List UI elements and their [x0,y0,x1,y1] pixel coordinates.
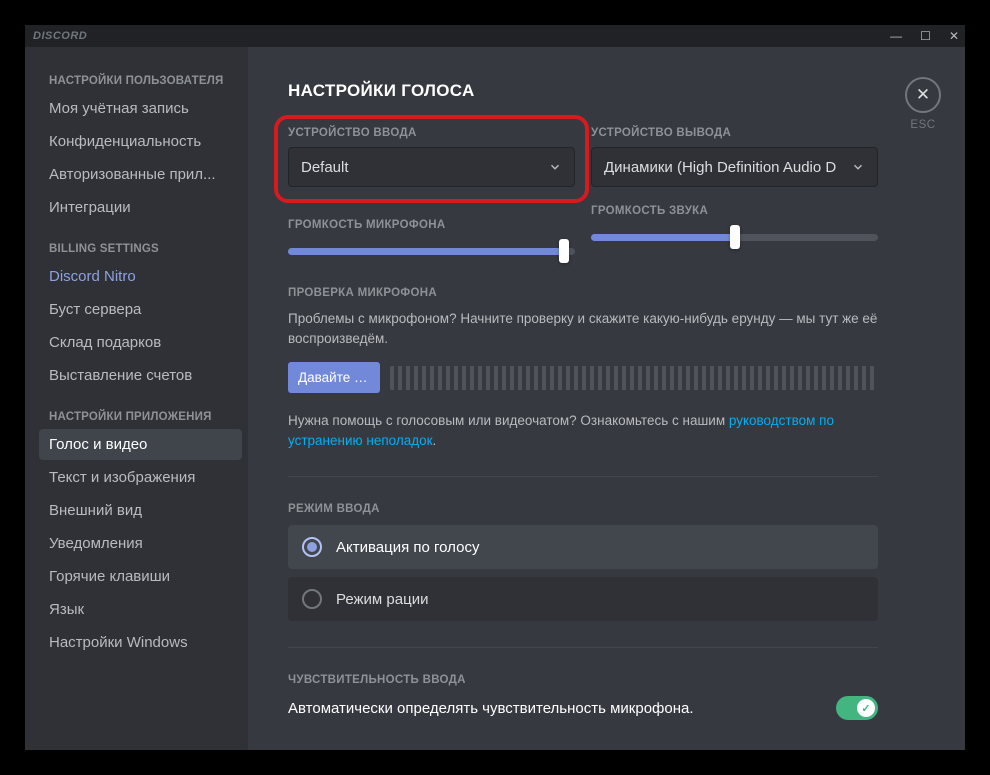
sidebar-item-windows[interactable]: Настройки Windows [39,627,242,658]
sensitivity-title: ЧУВСТВИТЕЛЬНОСТЬ ВВОДА [288,674,925,686]
mic-test-desc: Проблемы с микрофоном? Начните проверку … [288,309,878,348]
divider [288,476,878,477]
close-esc-label: ESC [905,119,941,131]
sidebar-item-text[interactable]: Текст и изображения [39,462,242,493]
input-volume-slider[interactable] [288,239,575,263]
page-title: НАСТРОЙКИ ГОЛОСА [288,81,925,101]
maximize-button[interactable]: ☐ [920,30,931,42]
sidebar-item-notifications[interactable]: Уведомления [39,528,242,559]
mic-test-button[interactable]: Давайте пр... [288,362,380,393]
mic-level-meter [390,366,878,390]
sidebar-item-boost[interactable]: Буст сервера [39,294,242,325]
sidebar-item-authorized[interactable]: Авторизованные прил... [39,159,242,190]
input-device-select[interactable]: Default [288,147,575,187]
input-mode-title: РЕЖИМ ВВОДА [288,503,925,515]
sidebar-item-billing[interactable]: Выставление счетов [39,360,242,391]
mic-test-title: ПРОВЕРКА МИКРОФОНА [288,287,925,299]
divider [288,647,878,648]
input-device-label: УСТРОЙСТВО ВВОДА [288,127,575,139]
input-device-highlight: УСТРОЙСТВО ВВОДА Default [274,115,589,203]
auto-sensitivity-toggle[interactable]: ✓ [836,696,878,720]
radio-label: Активация по голосу [336,539,479,556]
output-device-select[interactable]: Динамики (High Definition Audio D [591,147,878,187]
chevron-down-icon [548,160,562,174]
radio-icon [302,589,322,609]
settings-sidebar[interactable]: НАСТРОЙКИ ПОЛЬЗОВАТЕЛЯМоя учётная запись… [25,47,248,750]
window-titlebar: DISCORD — ☐ ✕ [25,25,965,47]
input-volume-label: ГРОМКОСТЬ МИКРОФОНА [288,219,575,231]
sidebar-item-gifts[interactable]: Склад подарков [39,327,242,358]
app-title: DISCORD [33,30,87,42]
sidebar-section-header: НАСТРОЙКИ ПРИЛОЖЕНИЯ [39,393,242,429]
sidebar-item-privacy[interactable]: Конфиденциальность [39,126,242,157]
close-window-button[interactable]: ✕ [949,30,959,42]
sidebar-item-account[interactable]: Моя учётная запись [39,93,242,124]
input-mode-voice-activity[interactable]: Активация по голосу [288,525,878,569]
output-volume-label: ГРОМКОСТЬ ЗВУКА [591,205,878,217]
settings-content: ✕ ESC НАСТРОЙКИ ГОЛОСА УСТРОЙСТВО ВВОДА … [248,47,965,750]
chevron-down-icon [851,160,865,174]
radio-icon [302,537,322,557]
output-device-label: УСТРОЙСТВО ВЫВОДА [591,127,878,139]
output-volume-slider[interactable] [591,225,878,249]
sidebar-item-integrations[interactable]: Интеграции [39,192,242,223]
check-icon: ✓ [857,699,875,717]
sidebar-item-nitro[interactable]: Discord Nitro [39,261,242,292]
sidebar-item-keybinds[interactable]: Горячие клавиши [39,561,242,592]
sidebar-item-language[interactable]: Язык [39,594,242,625]
minimize-button[interactable]: — [890,30,902,42]
radio-label: Режим рации [336,591,428,608]
sidebar-section-header: BILLING SETTINGS [39,225,242,261]
help-text: Нужна помощь с голосовым или видеочатом?… [288,411,878,450]
sidebar-section-header: НАСТРОЙКИ ПОЛЬЗОВАТЕЛЯ [39,67,242,93]
sidebar-item-voice[interactable]: Голос и видео [39,429,242,460]
input-mode-ptt[interactable]: Режим рации [288,577,878,621]
close-settings-button[interactable]: ✕ [905,77,941,113]
auto-sensitivity-label: Автоматически определять чувствительност… [288,700,694,717]
sidebar-item-appearance[interactable]: Внешний вид [39,495,242,526]
